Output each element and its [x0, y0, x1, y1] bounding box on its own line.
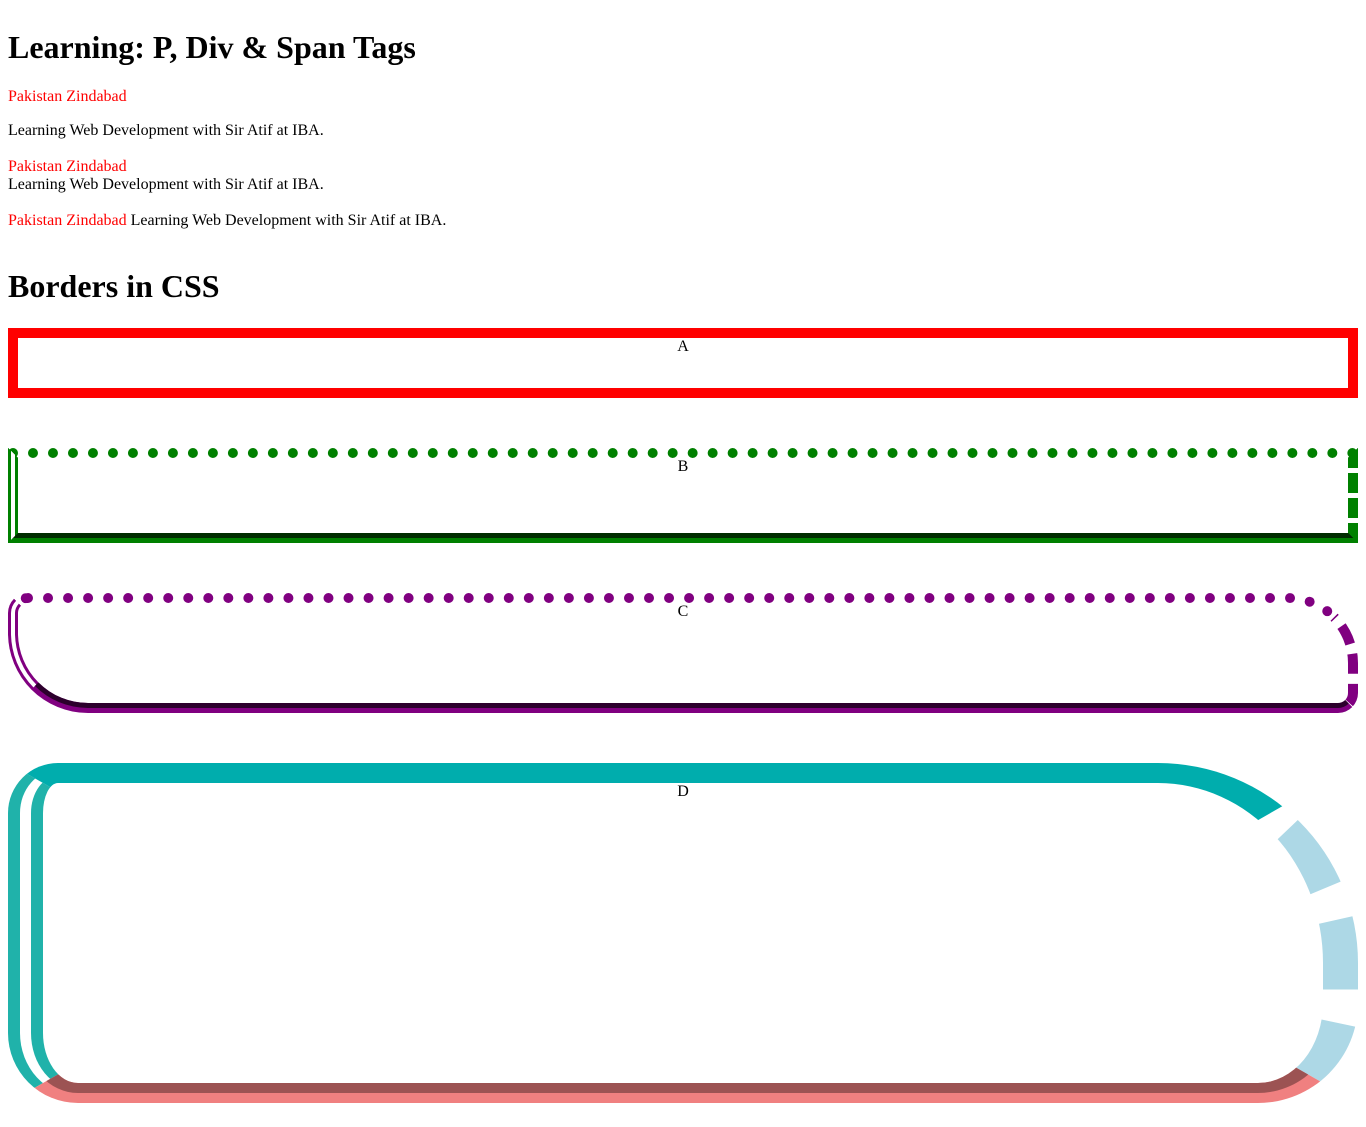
heading-borders-in-css: Borders in CSS — [8, 268, 220, 304]
span-line: Pakistan Zindabad Learning Web Developme… — [8, 212, 446, 230]
paragraph-pakistan-zindabad: Pakistan Zindabad — [8, 88, 127, 105]
box-label-b: B — [677, 458, 689, 475]
border-box-c: C — [8, 593, 1358, 713]
paragraph-learning-web-dev: Learning Web Development with Sir Atif a… — [8, 122, 324, 139]
box-label-c: C — [677, 603, 689, 620]
heading-p-div-span: Learning: P, Div & Span Tags — [8, 29, 416, 65]
span-learning-web-dev: Learning Web Development with Sir Atif a… — [130, 212, 447, 229]
border-box-a: A — [8, 328, 1358, 398]
border-box-d: D — [8, 763, 1358, 1103]
div-pakistan-zindabad: Pakistan Zindabad — [8, 158, 127, 175]
box-label-a: A — [677, 338, 689, 355]
border-box-b: B — [8, 448, 1358, 543]
box-label-d: D — [677, 783, 689, 800]
div-learning-web-dev: Learning Web Development with Sir Atif a… — [8, 176, 324, 193]
span-pakistan-zindabad: Pakistan Zindabad — [8, 212, 127, 229]
